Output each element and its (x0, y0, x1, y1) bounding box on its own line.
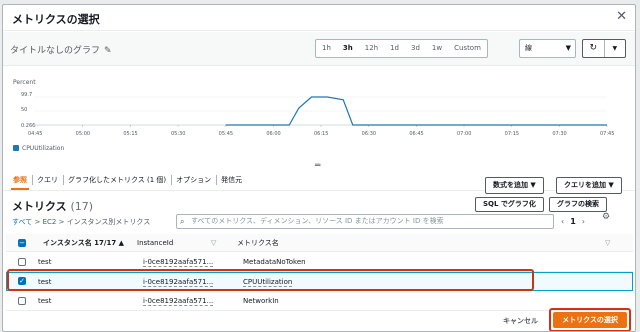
range-1w[interactable]: 1w (426, 40, 448, 57)
chart-legend[interactable]: CPUUtilization (13, 145, 64, 152)
instance-id-cell[interactable]: i-0ce8192aafa571... (143, 297, 214, 306)
range-3d[interactable]: 3d (405, 40, 426, 57)
metric-chart: Percent 99.7 50 0.266 04:45 05:00 05:15 05:… (3, 67, 635, 162)
metrics-count: (17) (70, 200, 94, 213)
metrics-title: メトリクス (12, 200, 67, 213)
x-tick-label: 05:00 (75, 131, 91, 137)
page-number[interactable]: 1 (570, 217, 576, 226)
modal-header: メトリクスの選択 ✕ (3, 5, 635, 31)
graph-title[interactable]: タイトルなしのグラフ ✎ (10, 43, 112, 56)
graph-toolbar: タイトルなしのグラフ ✎ 1h 3h 12h 1d 3d 1w Custom 線 … (3, 32, 635, 66)
add-query-button[interactable]: クエリを追加 ▼ (556, 177, 622, 194)
breadcrumb-sep: > (58, 218, 65, 226)
tab-graphed-metrics[interactable]: グラフ化したメトリクス (1 個) (63, 169, 171, 190)
breadcrumb-all[interactable]: すべて (12, 218, 32, 226)
x-tick-label: 04:45 (28, 131, 43, 137)
filter-icon[interactable]: ▽ (605, 234, 610, 252)
chart-type-value: 線 (525, 44, 532, 52)
search-icon: ⌕ (180, 217, 185, 226)
tab-options[interactable]: オプション (171, 169, 216, 190)
metrics-heading: メトリクス (17) (12, 198, 93, 214)
x-tick-label: 07:45 (600, 131, 615, 137)
graph-title-text: タイトルなしのグラフ (10, 46, 101, 56)
legend-label: CPUUtilization (22, 145, 65, 152)
x-tick-label: 05:15 (123, 131, 138, 137)
graph-with-sql-button[interactable]: SQL でグラフ化 (475, 197, 544, 212)
tab-query[interactable]: クエリ (32, 169, 63, 190)
next-page-icon[interactable]: › (582, 217, 585, 226)
table-header: − インスタンス名 17/17 ▲ InstanceId ▽ メトリクス名 ▽ (6, 234, 633, 252)
pencil-icon[interactable]: ✎ (104, 46, 112, 56)
select-metrics-modal: メトリクスの選択 ✕ タイトルなしのグラフ ✎ 1h 3h 12h 1d 3d 1… (2, 4, 636, 332)
column-metric-name[interactable]: メトリクス名 (237, 234, 279, 252)
x-tick-label: 06:15 (314, 131, 329, 137)
breadcrumb-ec2[interactable]: EC2 (43, 218, 57, 226)
graph-search-button[interactable]: グラフの検索 (549, 197, 607, 212)
tab-browse[interactable]: 参照 (8, 169, 32, 190)
x-tick-label: 05:45 (218, 131, 234, 137)
range-custom[interactable]: Custom (448, 40, 487, 57)
range-3h[interactable]: 3h (337, 40, 359, 57)
range-12h[interactable]: 12h (359, 40, 384, 57)
refresh-options-icon[interactable]: ▼ (603, 40, 626, 57)
select-all-checkbox[interactable]: − (18, 239, 26, 247)
tab-source[interactable]: 発信元 (216, 169, 247, 190)
cancel-button[interactable]: キャンセル (503, 316, 538, 326)
modal-title: メトリクスの選択 (12, 13, 100, 26)
legend-swatch (13, 145, 19, 151)
time-range-selector: 1h 3h 12h 1d 3d 1w Custom (315, 39, 488, 58)
row-checkbox[interactable] (18, 258, 26, 266)
prev-page-icon[interactable]: ‹ (561, 217, 564, 226)
pagination: ‹ 1 › (561, 217, 585, 226)
close-icon[interactable]: ✕ (616, 9, 627, 24)
range-1d[interactable]: 1d (384, 40, 405, 57)
chart-type-select[interactable]: 線 ▼ (519, 39, 576, 58)
row-checkbox[interactable] (18, 297, 26, 305)
highlight-box (7, 269, 534, 291)
x-tick-label: 06:30 (361, 131, 377, 137)
range-1h[interactable]: 1h (316, 40, 337, 57)
filter-icon[interactable]: ▽ (211, 234, 216, 252)
refresh-button-group: ↻ ▼ (582, 39, 626, 58)
x-tick-label: 06:00 (266, 131, 281, 137)
column-instance-id[interactable]: InstanceId (137, 234, 173, 252)
x-tick-label: 07:15 (504, 131, 520, 137)
x-tick-label: 07:30 (552, 131, 567, 137)
breadcrumb: すべて > EC2 > インスタンス別メトリクス (12, 217, 150, 227)
caret-down-icon: ▼ (565, 44, 571, 52)
add-math-button[interactable]: 数式を追加 ▼ (485, 177, 544, 194)
page: メトリクスの選択 ✕ タイトルなしのグラフ ✎ 1h 3h 12h 1d 3d 1… (0, 0, 640, 332)
breadcrumb-current: インスタンス別メトリクス (66, 218, 151, 226)
refresh-icon[interactable]: ↻ (583, 40, 604, 57)
breadcrumb-sep: > (34, 218, 41, 226)
select-metrics-button[interactable]: メトリクスの選択 (553, 312, 627, 328)
metrics-search-input[interactable]: ⌕ すべてのメトリクス、ディメンション、リソース ID またはアカウント ID … (176, 214, 554, 229)
gear-icon[interactable]: ⚙ (602, 212, 610, 222)
x-tick-label: 06:45 (409, 131, 424, 137)
modal-footer: キャンセル メトリクスの選択 (3, 308, 635, 331)
instance-id-cell[interactable]: i-0ce8192aafa571... (143, 258, 214, 267)
select-metrics-button-highlight: メトリクスの選択 (549, 308, 631, 331)
x-tick-label: 07:00 (457, 131, 472, 137)
x-tick-label: 05:30 (171, 131, 186, 137)
search-placeholder: すべてのメトリクス、ディメンション、リソース ID またはアカウント ID を検… (191, 217, 444, 225)
column-instance-name[interactable]: インスタンス名 17/17 ▲ (43, 234, 124, 252)
